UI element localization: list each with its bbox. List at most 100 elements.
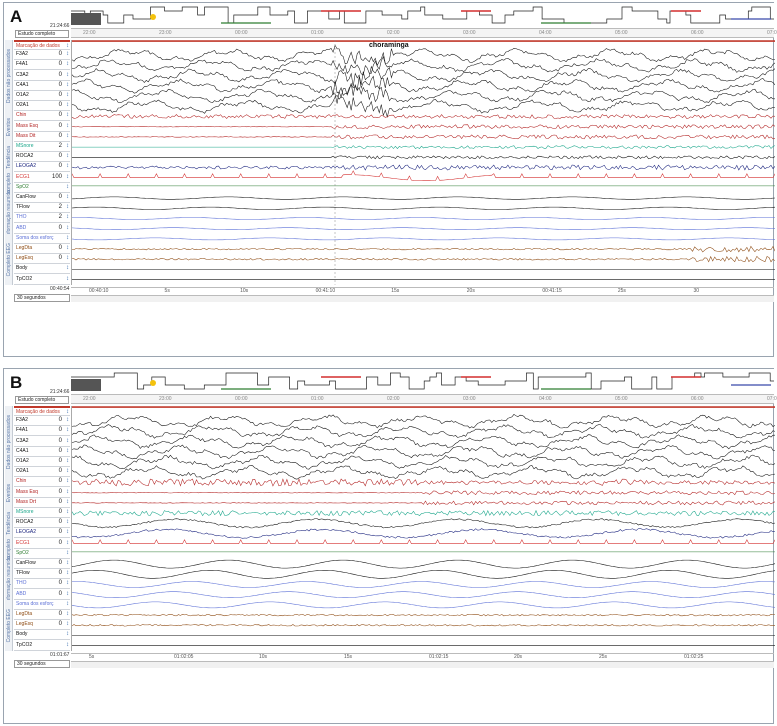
channel-adjust-icon[interactable]: ↕ bbox=[66, 437, 69, 446]
channel-adjust-icon[interactable]: ↕ bbox=[66, 122, 69, 131]
channel-row[interactable]: C3A2 0 ↕ bbox=[14, 436, 70, 447]
channel-row[interactable]: ECG1 100 ↕ bbox=[14, 172, 70, 183]
channel-row[interactable]: Mass Drt 0 ↕ bbox=[14, 497, 70, 508]
channel-row[interactable]: MSnore 2 ↕ bbox=[14, 142, 70, 152]
channel-adjust-icon[interactable]: ↕ bbox=[66, 579, 69, 588]
channel-group-tab[interactable]: Eventos bbox=[5, 477, 13, 508]
channel-adjust-icon[interactable]: ↕ bbox=[66, 254, 69, 263]
channel-row[interactable]: Marcação de dados ↕ bbox=[14, 406, 70, 416]
channel-adjust-icon[interactable]: ↕ bbox=[66, 641, 69, 650]
channel-row[interactable]: THO 2 ↕ bbox=[14, 213, 70, 224]
channel-row[interactable]: Soma dos esforç ↕ bbox=[14, 599, 70, 610]
channel-adjust-icon[interactable]: ↕ bbox=[66, 488, 69, 497]
channel-adjust-icon[interactable]: ↕ bbox=[66, 457, 69, 466]
channel-row[interactable]: TpCO2 ↕ bbox=[14, 274, 70, 285]
channel-group-tab[interactable]: informação resumida bbox=[5, 190, 13, 237]
channel-adjust-icon[interactable]: ↕ bbox=[66, 162, 69, 171]
channel-adjust-icon[interactable]: ↕ bbox=[66, 183, 69, 192]
channel-row[interactable]: C3A2 0 ↕ bbox=[14, 70, 70, 81]
channel-group-tab[interactable]: Completo EEG bbox=[5, 599, 13, 651]
channel-row[interactable]: CanFlow 0 ↕ bbox=[14, 193, 70, 203]
window-select[interactable]: 30 segundos bbox=[14, 659, 70, 668]
hypnogram[interactable] bbox=[71, 369, 774, 395]
channel-adjust-icon[interactable]: ↕ bbox=[66, 528, 69, 537]
channel-row[interactable]: Body ↕ bbox=[14, 630, 70, 641]
channel-adjust-icon[interactable]: ↕ bbox=[66, 203, 69, 212]
channel-adjust-icon[interactable]: ↕ bbox=[66, 132, 69, 141]
channel-group-tab[interactable]: Completo EEG bbox=[5, 233, 13, 285]
channel-row[interactable]: SpO2 ↕ bbox=[14, 548, 70, 559]
channel-row[interactable]: Body ↕ bbox=[14, 264, 70, 275]
channel-adjust-icon[interactable]: ↕ bbox=[66, 81, 69, 90]
channel-adjust-icon[interactable]: ↕ bbox=[66, 193, 69, 202]
channel-row[interactable]: C4A1 0 ↕ bbox=[14, 446, 70, 457]
channel-adjust-icon[interactable]: ↕ bbox=[66, 173, 69, 182]
channel-adjust-icon[interactable]: ↕ bbox=[66, 539, 69, 548]
channel-row[interactable]: SpO2 ↕ bbox=[14, 182, 70, 193]
channel-row[interactable]: ABD 0 ↕ bbox=[14, 223, 70, 234]
channel-row[interactable]: THO 0 ↕ bbox=[14, 579, 70, 590]
channel-row[interactable]: CanFlow 0 ↕ bbox=[14, 559, 70, 569]
channel-adjust-icon[interactable]: ↕ bbox=[66, 91, 69, 100]
study-select[interactable]: Estudo completo bbox=[15, 30, 69, 38]
channel-adjust-icon[interactable]: ↕ bbox=[66, 275, 69, 284]
channel-adjust-icon[interactable]: ↕ bbox=[66, 111, 69, 120]
channel-adjust-icon[interactable]: ↕ bbox=[66, 50, 69, 59]
channel-row[interactable]: LegDta 0 ↕ bbox=[14, 244, 70, 254]
channel-adjust-icon[interactable]: ↕ bbox=[66, 426, 69, 435]
channel-group-tab[interactable]: informação resumida bbox=[5, 556, 13, 603]
channel-row[interactable]: O2A1 0 ↕ bbox=[14, 101, 70, 112]
channel-group-tab[interactable]: Tendência bbox=[5, 142, 13, 173]
channel-row[interactable]: F4A1 0 ↕ bbox=[14, 426, 70, 437]
channel-group-tab[interactable]: Dados não processados bbox=[5, 406, 13, 478]
channel-adjust-icon[interactable]: ↕ bbox=[66, 508, 69, 517]
channel-row[interactable]: F4A1 0 ↕ bbox=[14, 60, 70, 71]
channel-adjust-icon[interactable]: ↕ bbox=[66, 213, 69, 222]
channel-adjust-icon[interactable]: ↕ bbox=[66, 610, 69, 619]
channel-row[interactable]: F3A2 0 ↕ bbox=[14, 50, 70, 61]
channel-adjust-icon[interactable]: ↕ bbox=[66, 152, 69, 161]
channel-adjust-icon[interactable]: ↕ bbox=[66, 620, 69, 629]
channel-adjust-icon[interactable]: ↕ bbox=[66, 498, 69, 507]
channel-adjust-icon[interactable]: ↕ bbox=[66, 71, 69, 80]
channel-adjust-icon[interactable]: ↕ bbox=[66, 559, 69, 568]
signal-area[interactable] bbox=[71, 40, 776, 285]
channel-group-tab[interactable]: Dados não processados bbox=[5, 40, 13, 112]
channel-adjust-icon[interactable]: ↕ bbox=[66, 264, 69, 273]
channel-adjust-icon[interactable]: ↕ bbox=[66, 549, 69, 558]
hypnogram[interactable] bbox=[71, 3, 774, 29]
study-select[interactable]: Estudo completo bbox=[15, 396, 69, 404]
channel-row[interactable]: ROCA2 0 ↕ bbox=[14, 152, 70, 163]
window-select[interactable]: 30 segundos bbox=[14, 293, 70, 302]
channel-adjust-icon[interactable]: ↕ bbox=[66, 518, 69, 527]
channel-adjust-icon[interactable]: ↕ bbox=[66, 234, 69, 243]
horizontal-scrollbar[interactable] bbox=[71, 660, 774, 668]
channel-row[interactable]: LegEsq 0 ↕ bbox=[14, 620, 70, 631]
channel-row[interactable]: F3A2 0 ↕ bbox=[14, 416, 70, 427]
channel-adjust-icon[interactable]: ↕ bbox=[66, 467, 69, 476]
time-nav[interactable]: 22:00 23:00 00:00 01:00 02:00 03:00 04:00 05:00… bbox=[71, 29, 777, 38]
channel-adjust-icon[interactable]: ↕ bbox=[66, 590, 69, 599]
channel-row[interactable]: C4A1 0 ↕ bbox=[14, 80, 70, 91]
channel-row[interactable]: TFlow 2 ↕ bbox=[14, 203, 70, 214]
channel-adjust-icon[interactable]: ↕ bbox=[66, 447, 69, 456]
channel-row[interactable]: Mass Esq 0 ↕ bbox=[14, 487, 70, 498]
channel-row[interactable]: LEOGA2 0 ↕ bbox=[14, 528, 70, 539]
channel-row[interactable]: Chin 0 ↕ bbox=[14, 477, 70, 488]
channel-adjust-icon[interactable]: ↕ bbox=[66, 630, 69, 639]
channel-adjust-icon[interactable]: ↕ bbox=[66, 224, 69, 233]
channel-adjust-icon[interactable]: ↕ bbox=[66, 416, 69, 425]
channel-row[interactable]: Mass Dit 0 ↕ bbox=[14, 131, 70, 142]
channel-row[interactable]: Soma dos esforç ↕ bbox=[14, 233, 70, 244]
channel-row[interactable]: ROCA2 0 ↕ bbox=[14, 518, 70, 529]
channel-row[interactable]: TpCO2 ↕ bbox=[14, 640, 70, 651]
time-nav[interactable]: 22:00 23:00 00:00 01:00 02:00 03:00 04:00 05:00… bbox=[71, 395, 777, 404]
channel-row[interactable]: O1A2 0 ↕ bbox=[14, 91, 70, 101]
channel-adjust-icon[interactable]: ↕ bbox=[66, 600, 69, 609]
channel-row[interactable]: Chin 0 ↕ bbox=[14, 111, 70, 122]
channel-adjust-icon[interactable]: ↕ bbox=[66, 101, 69, 110]
channel-row[interactable]: LegEsq 0 ↕ bbox=[14, 254, 70, 265]
channel-row[interactable]: MSnore 0 ↕ bbox=[14, 508, 70, 518]
channel-group-tab[interactable]: Eventos bbox=[5, 111, 13, 142]
channel-row[interactable]: LEOGA2 0 ↕ bbox=[14, 162, 70, 173]
